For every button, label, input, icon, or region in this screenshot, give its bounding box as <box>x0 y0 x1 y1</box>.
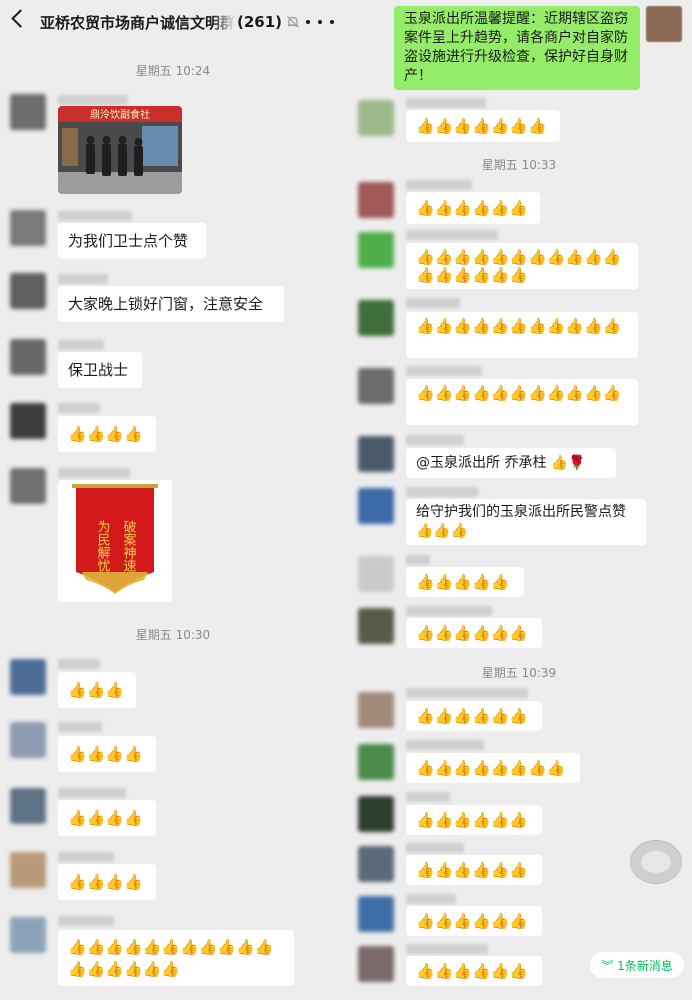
avatar[interactable] <box>358 796 394 832</box>
emoji-message[interactable]: 👍👍👍👍👍👍👍👍 <box>406 753 580 783</box>
emoji-message[interactable]: 👍👍👍👍👍👍 <box>406 956 542 986</box>
avatar[interactable] <box>358 946 394 982</box>
emoji-message[interactable]: 👍👍👍👍👍 <box>406 567 524 597</box>
avatar[interactable] <box>358 300 394 336</box>
sender-name <box>406 688 528 698</box>
message-bubble[interactable]: 给守护我们的玉泉派出所民警点赞👍👍👍 <box>406 499 646 545</box>
emoji-message[interactable]: 👍👍👍👍👍👍👍👍👍👍👍👍👍👍👍👍👍 <box>406 243 638 289</box>
sender-name <box>58 274 108 284</box>
banner-line-1: 破案神速 <box>121 520 137 572</box>
sender-name <box>406 180 472 190</box>
emoji-message[interactable]: 👍👍👍👍👍👍 <box>406 618 542 648</box>
chat-title-area: 亚桥农贸市场商户诚信文明群 (261) <box>40 10 300 34</box>
mute-bell-icon <box>287 16 299 28</box>
sender-name <box>406 435 464 445</box>
sender-name <box>58 95 128 105</box>
avatar[interactable] <box>10 210 46 246</box>
avatar[interactable] <box>358 692 394 728</box>
avatar[interactable] <box>358 488 394 524</box>
self-avatar[interactable] <box>646 6 682 42</box>
emoji-message[interactable]: 👍👍👍👍 <box>58 736 156 772</box>
back-chevron-icon[interactable] <box>11 9 30 28</box>
sender-name <box>406 230 498 240</box>
sender-name <box>58 852 114 862</box>
avatar[interactable] <box>10 917 46 953</box>
message-bubble[interactable]: 为我们卫士点个赞 <box>58 223 206 259</box>
emoji-message[interactable]: 👍👍👍👍 <box>58 864 156 900</box>
avatar[interactable] <box>358 436 394 472</box>
sender-name <box>406 366 482 376</box>
emoji-message[interactable]: 👍👍👍👍 <box>58 800 156 836</box>
banner-line-2: 为民解忧 <box>95 520 111 572</box>
self-message-bubble[interactable]: 玉泉派出所温馨提醒：近期辖区盗窃案件呈上升趋势，请各商户对自家防盗设施进行升级检… <box>394 6 640 90</box>
sender-name <box>58 659 100 669</box>
sender-name <box>406 555 430 565</box>
sender-name <box>58 916 114 926</box>
emoji-message[interactable]: 👍👍👍👍👍👍 <box>406 805 542 835</box>
emoji-message[interactable]: 👍👍👍👍👍👍👍👍👍👍👍 <box>406 312 638 358</box>
chat-header: 亚桥农贸市场商户诚信文明群 (261) <box>0 0 346 44</box>
sender-name <box>58 788 126 798</box>
emoji-message[interactable]: 👍👍👍👍👍👍 <box>406 192 540 224</box>
sender-name <box>406 843 464 853</box>
emoji-message[interactable]: 👍👍👍 <box>58 672 136 708</box>
avatar[interactable] <box>358 232 394 268</box>
avatar[interactable] <box>358 100 394 136</box>
avatar[interactable] <box>358 368 394 404</box>
avatar[interactable] <box>358 182 394 218</box>
avatar[interactable] <box>358 744 394 780</box>
sender-name <box>406 894 456 904</box>
message-bubble[interactable]: 保卫战士 <box>58 352 142 388</box>
sender-name <box>406 944 488 954</box>
avatar[interactable] <box>10 403 46 439</box>
avatar[interactable] <box>10 722 46 758</box>
sender-name <box>406 792 450 802</box>
message-bubble[interactable]: 大家晚上锁好门窗，注意安全 <box>58 286 284 322</box>
avatar[interactable] <box>10 852 46 888</box>
avatar[interactable] <box>10 273 46 309</box>
avatar[interactable] <box>10 94 46 130</box>
image-message-banner[interactable]: 破案神速 为民解忧 <box>58 480 172 602</box>
new-message-pill[interactable]: ︾ 1条新消息 <box>590 952 684 978</box>
sender-name <box>406 98 486 108</box>
emoji-message[interactable]: 👍👍👍👍👍👍 <box>406 906 542 936</box>
sender-name <box>58 340 104 350</box>
shop-sign-text: 鼎泠饮副食社 <box>90 108 150 121</box>
emoji-message[interactable]: 👍👍👍👍👍👍👍👍👍👍👍 <box>406 379 638 425</box>
avatar[interactable] <box>358 608 394 644</box>
timestamp: 星期五 10:33 <box>481 158 557 172</box>
sender-name <box>58 468 130 478</box>
emoji-message[interactable]: 👍👍👍👍👍👍 <box>406 701 542 731</box>
floating-scroll-button[interactable] <box>630 840 682 884</box>
avatar[interactable] <box>10 339 46 375</box>
sender-name <box>406 298 460 308</box>
chat-panel-left: 亚桥农贸市场商户诚信文明群 (261) 星期五 10:24 鼎泠饮副食社 为我们… <box>0 0 346 1000</box>
avatar[interactable] <box>358 556 394 592</box>
sender-name <box>58 211 132 221</box>
timestamp: 星期五 10:24 <box>135 64 211 78</box>
timestamp: 星期五 10:30 <box>135 628 211 642</box>
group-title: 亚桥农贸市场商户诚信文明群 <box>40 13 236 32</box>
avatar[interactable] <box>358 846 394 882</box>
sender-name <box>406 606 492 616</box>
emoji-message[interactable]: 👍👍👍👍👍👍👍 <box>406 110 560 142</box>
more-dots-icon[interactable] <box>306 10 334 34</box>
sender-name <box>58 722 102 732</box>
sender-name <box>58 403 100 413</box>
avatar[interactable] <box>10 659 46 695</box>
avatar[interactable] <box>358 896 394 932</box>
image-message-police[interactable]: 鼎泠饮副食社 <box>58 106 182 194</box>
timestamp: 星期五 10:39 <box>481 666 557 680</box>
emoji-message[interactable]: 👍👍👍👍 <box>58 416 156 452</box>
emoji-message[interactable]: 👍👍👍👍👍👍 <box>406 855 542 885</box>
mention-message[interactable]: @玉泉派出所 乔承柱 👍🌹 <box>406 448 616 478</box>
sender-name <box>406 487 478 497</box>
sender-name <box>406 740 484 750</box>
member-count: (261) <box>237 13 283 31</box>
emoji-message[interactable]: 👍👍👍👍👍👍👍👍👍👍👍👍👍👍👍👍👍 <box>58 930 294 986</box>
avatar[interactable] <box>10 788 46 824</box>
avatar[interactable] <box>10 468 46 504</box>
